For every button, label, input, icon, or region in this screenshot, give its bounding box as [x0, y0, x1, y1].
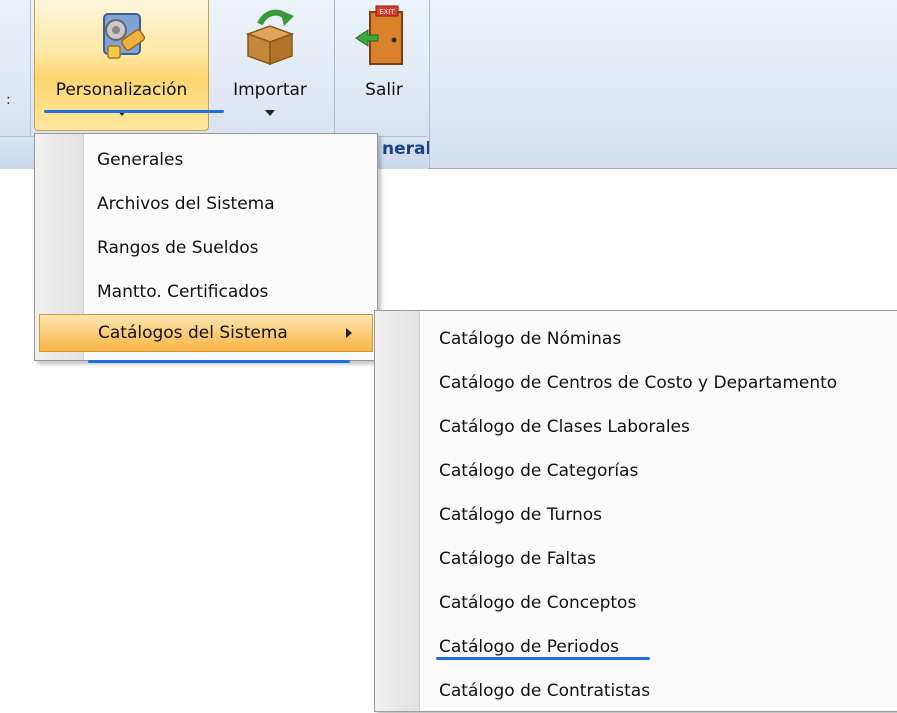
menu-item-label: Catálogo de Contratistas: [439, 681, 651, 701]
menu-item-label: Catálogo de Nóminas: [439, 329, 622, 349]
menu-item-label: Catálogo de Turnos: [439, 505, 603, 525]
menu-item-label: Rangos de Sueldos: [97, 238, 259, 258]
settings-tools-icon: [102, 13, 145, 59]
ribbon-left-edge: :: [0, 0, 31, 136]
exit-door-icon: EXIT: [355, 5, 403, 65]
menu-item-mantto-certificados[interactable]: Mantto. Certificados: [35, 270, 377, 314]
menu-item-label: Catálogo de Conceptos: [439, 593, 637, 613]
catalogos-submenu: Catálogo de Nóminas Catálogo de Centros …: [374, 310, 897, 712]
menu-item-catalogo-conceptos[interactable]: Catálogo de Conceptos: [375, 581, 897, 625]
menu-item-label: Generales: [97, 150, 184, 170]
ribbon-separator: [429, 0, 430, 168]
salir-button[interactable]: EXIT Salir: [340, 0, 428, 131]
ribbon-overflow-indicator: :: [6, 92, 11, 108]
annotation-underline: [88, 360, 350, 363]
menu-item-catalogo-categorias[interactable]: Catálogo de Categorías: [375, 449, 897, 493]
menu-item-catalogo-contratistas[interactable]: Catálogo de Contratistas: [375, 669, 897, 713]
salir-label: Salir: [365, 80, 403, 100]
menu-item-label: Mantto. Certificados: [97, 282, 269, 302]
ribbon-group-label: neral: [382, 139, 432, 159]
menu-item-catalogo-periodos[interactable]: Catálogo de Periodos: [375, 625, 897, 669]
menu-item-label: Catálogo de Centros de Costo y Departame…: [439, 373, 838, 393]
menu-item-label: Catálogo de Periodos: [439, 637, 620, 657]
chevron-down-icon: [265, 110, 275, 116]
annotation-underline: [436, 657, 650, 660]
personalizacion-menu: Generales Archivos del Sistema Rangos de…: [34, 133, 378, 361]
annotation-underline: [44, 110, 224, 113]
importar-label: Importar: [233, 80, 307, 100]
menu-item-label: Catálogo de Faltas: [439, 549, 597, 569]
importar-button[interactable]: Importar: [210, 0, 330, 131]
menu-item-catalogo-nominas[interactable]: Catálogo de Nóminas: [375, 317, 897, 361]
menu-item-catalogos-del-sistema[interactable]: Catálogos del Sistema: [39, 314, 373, 352]
menu-item-archivos-del-sistema[interactable]: Archivos del Sistema: [35, 182, 377, 226]
menu-item-rangos-de-sueldos[interactable]: Rangos de Sueldos: [35, 226, 377, 270]
menu-item-catalogo-turnos[interactable]: Catálogo de Turnos: [375, 493, 897, 537]
menu-item-label: Catálogo de Clases Laborales: [439, 417, 690, 437]
menu-item-catalogo-faltas[interactable]: Catálogo de Faltas: [375, 537, 897, 581]
menu-item-catalogo-clases-laborales[interactable]: Catálogo de Clases Laborales: [375, 405, 897, 449]
menu-item-label: Catálogo de Categorías: [439, 461, 639, 481]
menu-item-label: Archivos del Sistema: [97, 194, 275, 214]
menu-item-catalogo-centros-de-costo[interactable]: Catálogo de Centros de Costo y Departame…: [375, 361, 897, 405]
import-box-icon: [245, 9, 295, 66]
menu-item-label: Catálogos del Sistema: [98, 323, 288, 343]
personalizacion-label: Personalización: [55, 80, 188, 100]
chevron-right-icon: [346, 328, 352, 338]
menu-item-generales[interactable]: Generales: [35, 138, 377, 182]
svg-text:EXIT: EXIT: [379, 8, 395, 16]
